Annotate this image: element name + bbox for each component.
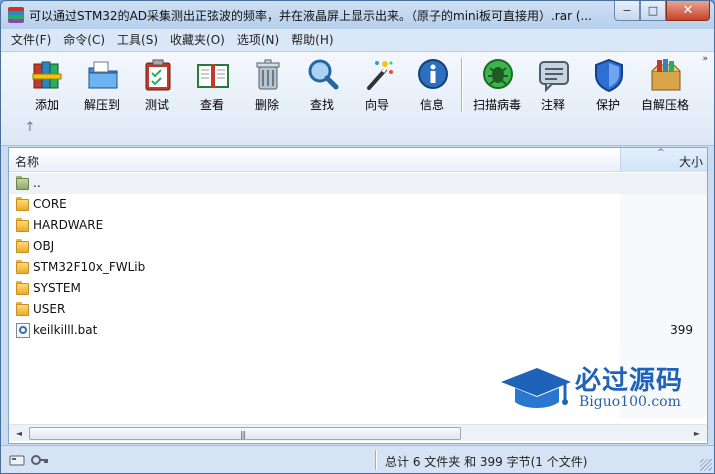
sfx-box-icon — [651, 59, 681, 91]
menu-commands[interactable]: 命令(C) — [57, 30, 111, 50]
file-name: CORE — [33, 197, 67, 211]
title-bar: 可以通过STM32的AD采集测出正弦波的频率，并在液晶屏上显示出来。（原子的mi… — [1, 1, 714, 29]
find-button[interactable]: 查找 — [296, 56, 348, 114]
list-item[interactable]: CORE — [9, 194, 707, 215]
status-divider — [375, 450, 376, 470]
watermark-title: 必过源码 — [575, 366, 684, 396]
protect-button[interactable]: 保护 — [582, 56, 634, 114]
file-rows: .. CORE HARDWARE OBJ STM32F10x_FWLib SYS… — [9, 173, 707, 341]
info-label: 信息 — [419, 98, 444, 112]
clipboard-check-icon — [145, 59, 171, 91]
sort-ascending-icon: ^ — [657, 148, 665, 158]
list-item[interactable]: USER — [9, 299, 707, 320]
menu-favorites[interactable]: 收藏夹(O) — [164, 30, 231, 50]
file-name: STM32F10x_FWLib — [33, 260, 146, 274]
minimize-button[interactable]: − — [614, 1, 640, 21]
trash-icon — [256, 59, 280, 90]
menu-help[interactable]: 帮助(H) — [285, 30, 339, 50]
folder-icon — [16, 239, 30, 254]
file-list[interactable]: 名称 ^ 大小 .. CORE HARDWARE OBJ STM32F10x_F… — [8, 147, 708, 444]
sfx-label: 自解压格 — [640, 98, 689, 112]
comment-button[interactable]: 注释 — [527, 56, 579, 114]
books-add-icon — [32, 61, 62, 89]
file-name: USER — [33, 302, 66, 316]
watermark: 必过源码 Biguo100.com — [499, 360, 699, 414]
resize-grip[interactable] — [700, 459, 712, 471]
column-size-label: 大小 — [678, 155, 703, 169]
view-button[interactable]: 查看 — [186, 56, 238, 114]
wizard-button[interactable]: 向导 — [351, 56, 403, 114]
maximize-button[interactable]: □ — [640, 1, 666, 21]
list-item[interactable]: .. — [9, 173, 707, 194]
list-item[interactable]: SYSTEM — [9, 278, 707, 299]
folder-icon — [16, 260, 30, 275]
file-size: 399 — [670, 323, 693, 337]
menu-file[interactable]: 文件(F) — [5, 30, 57, 50]
scroll-left-button[interactable]: ◄ — [11, 426, 27, 441]
list-item[interactable]: keilkilll.bat 399 — [9, 320, 707, 341]
window-title: 可以通过STM32的AD采集测出正弦波的频率，并在液晶屏上显示出来。（原子的mi… — [29, 9, 592, 23]
magic-wand-icon — [367, 61, 393, 90]
file-name: HARDWARE — [33, 218, 104, 232]
window-controls: − □ ✕ — [614, 1, 710, 21]
virus-scan-button[interactable]: 扫描病毒 — [471, 56, 523, 114]
folder-icon — [16, 281, 30, 296]
list-item[interactable]: HARDWARE — [9, 215, 707, 236]
up-folder-button[interactable]: ↑ — [21, 118, 39, 136]
menu-tools[interactable]: 工具(S) — [111, 30, 164, 50]
parent-folder-icon — [16, 176, 30, 191]
close-button[interactable]: ✕ — [666, 1, 710, 21]
column-header-name[interactable]: 名称 — [15, 153, 39, 170]
list-item[interactable]: OBJ — [9, 236, 707, 257]
file-name: SYSTEM — [33, 281, 81, 295]
scroll-right-button[interactable]: ► — [689, 426, 705, 441]
test-button[interactable]: 测试 — [131, 56, 183, 114]
file-name: OBJ — [33, 239, 55, 253]
scroll-grip-icon: ||| — [240, 430, 246, 439]
column-header-size[interactable]: ^ 大小 — [620, 148, 707, 172]
magnifier-icon — [308, 59, 339, 90]
toolbar-overflow-icon[interactable]: » — [702, 54, 708, 64]
menu-bar: 文件(F) 命令(C) 工具(S) 收藏夹(O) 选项(N) 帮助(H) — [1, 29, 714, 51]
folder-icon — [16, 218, 30, 233]
status-summary: 总计 6 文件夹 和 399 字节(1 个文件) — [385, 455, 588, 469]
extract-to-button[interactable]: 解压到 — [76, 56, 128, 114]
shield-icon — [595, 58, 623, 92]
folder-icon — [16, 197, 30, 212]
open-book-icon — [197, 64, 229, 88]
horizontal-scrollbar[interactable]: ◄ ||| ► — [9, 424, 707, 441]
protect-label: 保护 — [595, 98, 620, 112]
folder-icon — [16, 302, 30, 317]
drive-key-icon — [9, 455, 48, 466]
file-name: .. — [33, 176, 41, 190]
info-button[interactable]: 信息 — [406, 56, 458, 114]
virus-scan-icon — [483, 59, 513, 89]
watermark-subtitle: Biguo100.com — [579, 394, 681, 410]
file-name: keilkilll.bat — [33, 323, 98, 337]
status-bar: 总计 6 文件夹 和 399 字节(1 个文件) — [1, 445, 714, 473]
sfx-button[interactable]: 自解压格 — [639, 56, 691, 114]
comment-icon — [539, 61, 569, 92]
delete-button[interactable]: 删除 — [241, 56, 293, 114]
winrar-window: 可以通过STM32的AD采集测出正弦波的频率，并在液晶屏上显示出来。（原子的mi… — [0, 0, 715, 474]
list-item[interactable]: STM32F10x_FWLib — [9, 257, 707, 278]
list-header: 名称 ^ 大小 — [9, 148, 707, 172]
toolbar: 添加 解压到 测试 查看 删除 查找 向导 信息 扫描病毒 注释 保护 自解压格… — [1, 51, 714, 146]
batch-file-icon — [16, 323, 30, 338]
folder-extract-icon — [88, 61, 118, 89]
scroll-thumb[interactable]: ||| — [29, 427, 461, 440]
info-icon — [418, 59, 448, 89]
winrar-app-icon — [8, 7, 24, 23]
graduation-cap-icon — [501, 368, 571, 408]
virus-scan-label: 扫描病毒 — [472, 98, 521, 112]
add-button[interactable]: 添加 — [21, 56, 73, 114]
menu-options[interactable]: 选项(N) — [231, 30, 285, 50]
toolbar-separator — [461, 58, 462, 112]
